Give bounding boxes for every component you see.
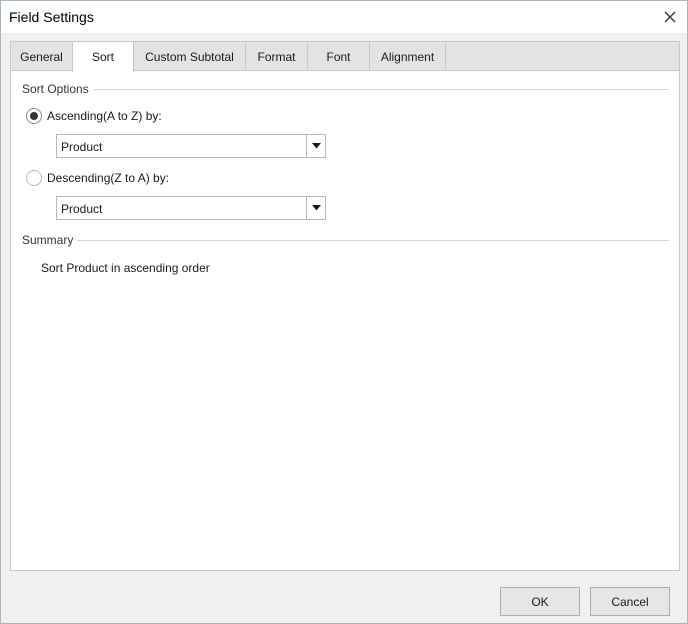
close-icon <box>664 11 676 23</box>
tab-strip: General Sort Custom Subtotal Format Font… <box>10 41 680 72</box>
ascending-radio-option[interactable]: Ascending(A to Z) by: <box>26 108 162 124</box>
summary-divider <box>75 240 669 241</box>
tab-label: Custom Subtotal <box>145 49 234 64</box>
summary-label: Summary <box>22 233 78 247</box>
ok-button-label: OK <box>531 594 549 609</box>
ascending-field-value: Product <box>61 140 103 154</box>
cancel-button[interactable]: Cancel <box>590 587 670 616</box>
tab-general[interactable]: General <box>11 42 73 71</box>
tab-sort[interactable]: Sort <box>72 42 134 72</box>
ascending-label: Ascending(A to Z) by: <box>47 109 162 123</box>
descending-label: Descending(Z to A) by: <box>47 171 170 185</box>
cancel-button-label: Cancel <box>611 594 649 609</box>
descending-radio-option[interactable]: Descending(Z to A) by: <box>26 170 169 186</box>
field-settings-dialog: Field Settings General Sort Custom Subto… <box>0 0 688 624</box>
ascending-dropdown-button[interactable] <box>306 135 325 157</box>
descending-dropdown-button[interactable] <box>306 197 325 219</box>
sort-tab-panel: Sort Options Ascending(A to Z) by: Produ… <box>10 70 680 571</box>
ascending-radio[interactable] <box>26 108 42 124</box>
tab-label: Alignment <box>380 49 435 64</box>
ok-button[interactable]: OK <box>500 587 580 616</box>
title-bar: Field Settings <box>1 1 687 33</box>
sort-options-label: Sort Options <box>22 82 93 96</box>
tab-label: General <box>20 49 63 64</box>
descending-field-value: Product <box>61 202 103 216</box>
tab-label: Format <box>257 49 296 64</box>
sort-options-divider <box>91 89 669 90</box>
radio-selected-dot <box>30 112 38 120</box>
close-button[interactable] <box>653 1 687 33</box>
tab-alignment[interactable]: Alignment <box>370 42 446 71</box>
triangle-down-icon <box>311 143 321 149</box>
tab-custom-subtotal[interactable]: Custom Subtotal <box>134 42 246 71</box>
tab-font[interactable]: Font <box>308 42 370 71</box>
dialog-title: Field Settings <box>9 9 94 25</box>
triangle-down-icon <box>311 205 321 211</box>
summary-text: Sort Product in ascending order <box>41 261 210 275</box>
ascending-field-select[interactable]: Product <box>56 134 326 158</box>
descending-radio[interactable] <box>26 170 42 186</box>
tab-format[interactable]: Format <box>246 42 308 71</box>
tab-label: Font <box>326 49 351 64</box>
tab-label: Sort <box>91 50 114 64</box>
descending-field-select[interactable]: Product <box>56 196 326 220</box>
